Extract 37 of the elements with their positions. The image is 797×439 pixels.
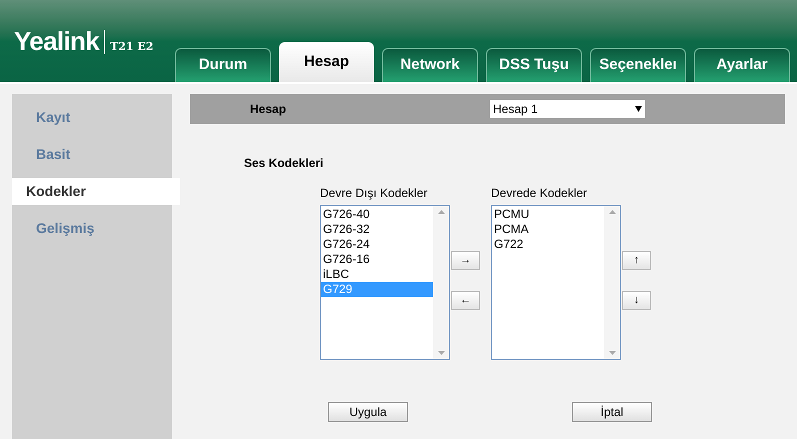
- codec-list[interactable]: G726-40 G726-32 G726-24 G726-16 iLBC G729: [320, 205, 450, 360]
- dropdown-icon: [635, 106, 642, 112]
- codec-option[interactable]: iLBC: [321, 267, 433, 282]
- form-button[interactable]: İptal: [572, 402, 652, 422]
- scroll-down-icon[interactable]: [608, 351, 616, 355]
- account-select[interactable]: Hesap 1: [490, 100, 645, 118]
- arrow-button[interactable]: ↑: [622, 251, 651, 270]
- codec-option[interactable]: PCMU: [492, 207, 604, 222]
- account-label: Hesap: [250, 101, 288, 118]
- nav-tab[interactable]: Durum: [175, 48, 271, 82]
- sidebar-item[interactable]: Kodekler: [12, 178, 180, 205]
- nav-tab[interactable]: Ayarlar: [694, 48, 790, 82]
- nav-tab[interactable]: DSS Tuşu: [486, 48, 582, 82]
- scroll-up-icon[interactable]: [438, 210, 444, 214]
- arrow-button[interactable]: ↓: [622, 291, 651, 310]
- scroll-down-icon[interactable]: [438, 351, 444, 355]
- form-button[interactable]: Uygula: [328, 402, 408, 422]
- codec-option[interactable]: G722: [492, 237, 604, 252]
- codec-option[interactable]: G726-32: [321, 222, 433, 237]
- codec-list[interactable]: PCMU PCMA G722: [491, 205, 621, 360]
- codec-option[interactable]: G726-40: [321, 207, 433, 222]
- model-label: T21 E2: [110, 41, 154, 52]
- codec-option[interactable]: G726-16: [321, 252, 433, 267]
- codec-option[interactable]: PCMA: [492, 222, 604, 237]
- arrow-button[interactable]: ←: [451, 291, 480, 310]
- nav-tab[interactable]: Hesap: [279, 42, 374, 82]
- logo: Yealink: [14, 28, 100, 54]
- scrollbar[interactable]: [604, 206, 620, 359]
- scroll-up-icon[interactable]: [608, 210, 616, 214]
- arrow-button[interactable]: →: [451, 251, 480, 270]
- nav-tab[interactable]: Network: [382, 48, 478, 82]
- nav-tab[interactable]: Seçenekleı: [590, 48, 686, 82]
- scrollbar[interactable]: [433, 206, 449, 359]
- list-label: Devrede Kodekler: [491, 185, 588, 202]
- codec-option[interactable]: G726-24: [321, 237, 433, 252]
- list-label: Devre Dışı Kodekler: [320, 185, 428, 202]
- section-title: Ses Kodekleri: [244, 155, 324, 172]
